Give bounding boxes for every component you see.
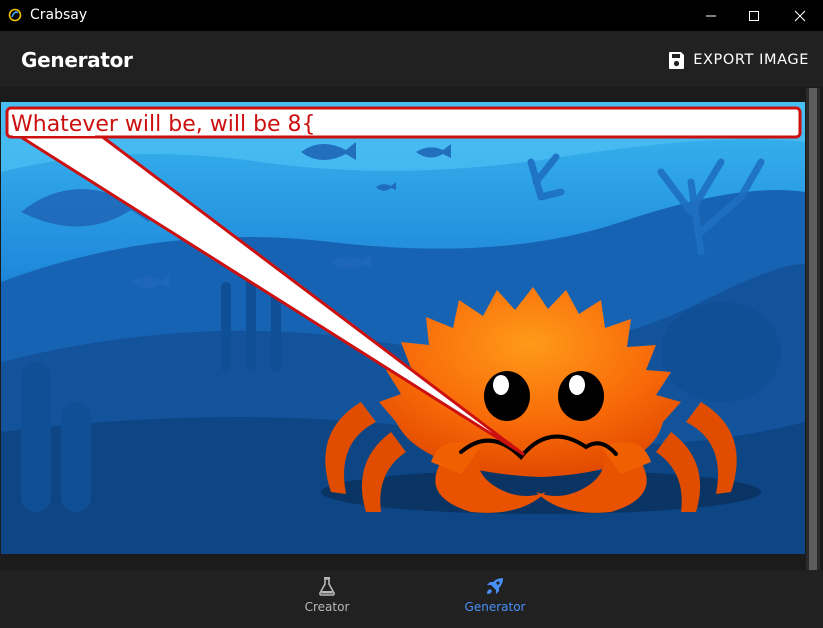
export-image-button[interactable]: EXPORT IMAGE bbox=[668, 46, 809, 74]
minimize-button[interactable] bbox=[688, 0, 734, 31]
vertical-scrollbar[interactable] bbox=[806, 88, 820, 570]
close-button[interactable] bbox=[777, 0, 823, 31]
window-title: Crabsay bbox=[30, 7, 88, 23]
export-image-label: EXPORT IMAGE bbox=[693, 52, 809, 68]
maximize-button[interactable] bbox=[731, 0, 777, 31]
rocket-icon bbox=[487, 578, 503, 594]
bottom-navigation: Creator Generator bbox=[0, 570, 823, 628]
generated-image-canvas: Whatever will be, will be 8{ bbox=[1, 102, 805, 554]
nav-item-generator[interactable]: Generator bbox=[435, 576, 555, 626]
flask-icon bbox=[319, 577, 335, 596]
scrollbar-thumb[interactable] bbox=[809, 88, 817, 570]
page-title: Generator bbox=[21, 48, 133, 72]
close-icon bbox=[794, 10, 806, 21]
app-icon bbox=[8, 8, 22, 22]
generated-image: Whatever will be, will be 8{ bbox=[1, 102, 805, 554]
nav-label-generator: Generator bbox=[464, 600, 526, 614]
nav-item-creator[interactable]: Creator bbox=[267, 576, 387, 626]
app-header: Generator EXPORT IMAGE bbox=[0, 31, 823, 87]
minimize-icon bbox=[706, 15, 716, 16]
speech-bubble-text: Whatever will be, will be 8{ bbox=[11, 112, 316, 137]
maximize-icon bbox=[749, 10, 759, 21]
window-titlebar: Crabsay bbox=[0, 0, 823, 31]
generator-content: Whatever will be, will be 8{ bbox=[0, 87, 823, 570]
nav-label-creator: Creator bbox=[304, 600, 350, 614]
save-icon bbox=[669, 51, 685, 69]
